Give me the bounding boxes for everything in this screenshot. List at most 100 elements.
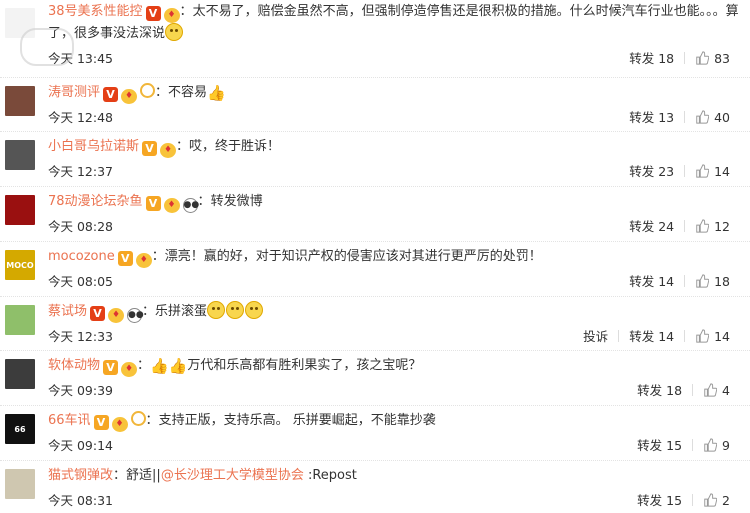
repost-button[interactable]: 转发 15 xyxy=(637,493,682,508)
thumbs-up-emoji-icon: 👍 xyxy=(150,357,169,375)
verified-badge-icon: V xyxy=(117,251,133,266)
comment-actions: 转发 18 83 xyxy=(629,48,730,67)
like-button[interactable]: 4 xyxy=(703,383,730,398)
action-divider xyxy=(684,275,686,287)
repost-button[interactable]: 转发 23 xyxy=(629,164,674,179)
action-divider xyxy=(692,384,694,396)
vip-badge-icon: ♦ xyxy=(160,143,177,158)
comment-item: 小白哥乌拉诺斯 V ♦ ：哎，终于胜诉！ 今天 12:37 转发 23 14 xyxy=(0,131,750,187)
username-link[interactable]: 猫式钢弹改 xyxy=(48,468,113,483)
separator-bar: || xyxy=(152,468,161,483)
repost-count: 18 xyxy=(666,383,683,398)
report-button[interactable]: 投诉 xyxy=(583,329,608,344)
verified-badge-icon: V xyxy=(103,87,119,102)
avatar[interactable] xyxy=(5,140,35,170)
like-count: 12 xyxy=(714,219,730,234)
vip-badge-icon: ♦ xyxy=(121,362,138,377)
thumb-up-icon xyxy=(696,51,710,65)
like-button[interactable]: 14 xyxy=(695,329,730,344)
avatar[interactable]: 66 xyxy=(5,414,35,444)
avatar-text: MOCO xyxy=(6,260,34,270)
vip-badge-icon: ♦ xyxy=(121,89,138,104)
separator-colon: ： xyxy=(176,139,190,154)
mention-link[interactable]: @长沙理工大学模型协会 xyxy=(161,468,304,483)
comment-item: MOCO mocozone V ♦ ：漂亮！赢的好，对于知识产权的侵害应该对其进行更严厉… xyxy=(0,241,750,297)
repost-button[interactable]: 转发 14 xyxy=(629,329,674,344)
username-link[interactable]: mocozone xyxy=(48,249,115,264)
repost-count: 24 xyxy=(658,219,675,234)
avatar[interactable] xyxy=(5,195,35,225)
repost-count: 15 xyxy=(666,438,683,453)
thumb-up-icon xyxy=(696,110,710,124)
panda-badge-icon: ●● xyxy=(127,308,144,323)
avatar[interactable]: MOCO xyxy=(5,250,35,280)
like-button[interactable]: 9 xyxy=(703,438,730,453)
like-button[interactable]: 83 xyxy=(695,51,730,66)
repost-button[interactable]: 转发 18 xyxy=(629,51,674,66)
like-button[interactable]: 12 xyxy=(695,219,730,234)
comment-text: 舒适 xyxy=(126,468,153,483)
like-button[interactable]: 40 xyxy=(695,110,730,125)
repost-label: 转发 xyxy=(629,219,655,234)
repost-button[interactable]: 转发 14 xyxy=(629,274,674,289)
comment-actions: 转发 15 2 xyxy=(637,490,730,509)
comment-item: 软体动物 V ♦ ：👍👍万代和乐高都有胜利果实了，孩之宝呢？ 今天 09:39 转发 18… xyxy=(0,350,750,406)
repost-label: 转发 xyxy=(629,164,655,179)
comment-body: 38号美系性能控 V ♦ ：太不易了，赔偿金虽然不高，但强制停造停售还是很积极的措施。… xyxy=(48,2,742,44)
like-count: 83 xyxy=(714,51,730,66)
username-link[interactable]: 78动漫论坛杂鱼 xyxy=(48,194,143,209)
like-count: 2 xyxy=(722,493,730,508)
comment-body: 蔡试场 V ♦ ●●：乐拼滚蛋 xyxy=(48,301,742,323)
comment-actions: 转发 15 9 xyxy=(637,435,730,454)
laugh-emoji-icon xyxy=(207,301,226,319)
username-link[interactable]: 66车讯 xyxy=(48,413,91,428)
comment-text: 乐拼滚蛋 xyxy=(155,304,208,319)
separator-colon: ： xyxy=(142,304,156,319)
avatar[interactable] xyxy=(5,359,35,389)
separator-colon: ： xyxy=(137,358,151,373)
timestamp: 今天 09:14 xyxy=(48,438,113,453)
repost-button[interactable]: 转发 18 xyxy=(637,383,682,398)
thumb-up-icon xyxy=(696,219,710,233)
like-count: 18 xyxy=(714,274,730,289)
repost-count: 23 xyxy=(658,164,675,179)
repost-button[interactable]: 转发 24 xyxy=(629,219,674,234)
verified-badge-icon: V xyxy=(90,306,106,321)
like-count: 14 xyxy=(714,164,730,179)
username-link[interactable]: 涛哥测评 xyxy=(48,85,100,100)
repost-button[interactable]: 转发 13 xyxy=(629,110,674,125)
comment-actions: 投诉 转发 14 14 xyxy=(583,326,730,345)
comment-text: 哎，终于胜诉！ xyxy=(189,139,281,154)
username-link[interactable]: 38号美系性能控 xyxy=(48,4,143,19)
verified-badge-icon: V xyxy=(103,360,119,375)
avatar[interactable] xyxy=(5,469,35,499)
username-link[interactable]: 软体动物 xyxy=(48,358,100,373)
separator-colon: ： xyxy=(151,249,165,264)
comment-actions: 转发 24 12 xyxy=(629,216,730,235)
thumbs-up-emoji-icon: 👍 xyxy=(207,84,226,102)
repost-label: 转发 xyxy=(637,383,663,398)
repost-label: 转发 xyxy=(629,329,655,344)
thumbs-up-emoji-icon: 👍 xyxy=(168,357,188,375)
comment-body: 猫式钢弹改：舒适||@长沙理工大学模型协会 :Repost xyxy=(48,465,742,487)
like-button[interactable]: 14 xyxy=(695,164,730,179)
vip-badge-icon: ♦ xyxy=(163,198,180,213)
like-button[interactable]: 2 xyxy=(703,493,730,508)
timestamp: 今天 12:37 xyxy=(48,164,113,179)
repost-label: 转发 xyxy=(629,51,655,66)
like-button[interactable]: 18 xyxy=(695,274,730,289)
comment-actions: 转发 14 18 xyxy=(629,271,730,290)
comment-text: 转发微博 xyxy=(210,194,263,209)
separator-colon: ： xyxy=(145,413,159,428)
username-link[interactable]: 小白哥乌拉诺斯 xyxy=(48,139,139,154)
comment-text: 万代和乐高都有胜利果实了，孩之宝呢？ xyxy=(187,358,422,373)
username-link[interactable]: 蔡试场 xyxy=(48,304,87,319)
repost-count: 14 xyxy=(658,274,675,289)
comment-body: 小白哥乌拉诺斯 V ♦ ：哎，终于胜诉！ xyxy=(48,136,742,158)
avatar[interactable] xyxy=(5,305,35,335)
separator-colon: ： xyxy=(155,85,169,100)
repost-button[interactable]: 转发 15 xyxy=(637,438,682,453)
comment-actions: 转发 13 40 xyxy=(629,107,730,126)
repost-label: 转发 xyxy=(629,274,655,289)
avatar[interactable] xyxy=(5,86,35,116)
